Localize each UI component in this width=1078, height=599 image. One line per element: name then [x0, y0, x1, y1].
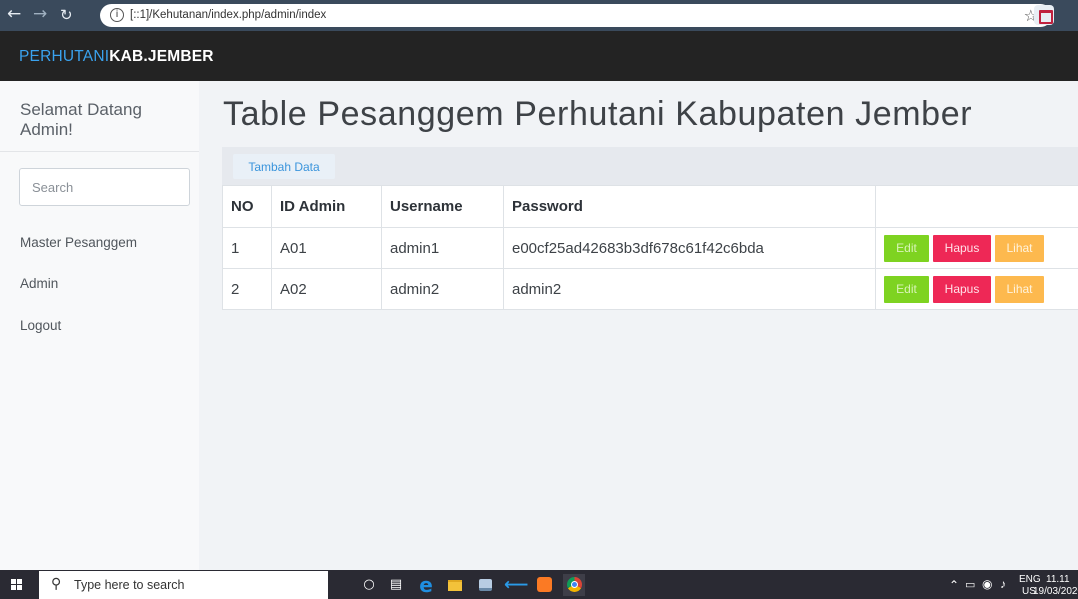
cell-id-admin: A02	[271, 268, 382, 310]
task-view-icon[interactable]: ▤	[385, 574, 407, 596]
page-title: Table Pesanggem Perhutani Kabupaten Jemb…	[223, 95, 973, 133]
edge-icon[interactable]: e	[415, 574, 437, 596]
network-icon[interactable]: ◉	[982, 577, 992, 591]
language-top[interactable]: ENG	[1019, 574, 1041, 585]
admin-table: NO ID Admin Username Password 1 A01 admi…	[222, 185, 1078, 310]
vscode-icon[interactable]: ⟵	[504, 574, 528, 596]
cortana-icon[interactable]: ○	[358, 574, 380, 596]
extension-icon[interactable]	[1034, 5, 1054, 25]
sidebar-item-admin[interactable]: Admin	[20, 276, 58, 291]
col-header-id-admin: ID Admin	[271, 185, 382, 228]
app-navbar: PERHUTANIKAB.JEMBER	[0, 31, 1078, 81]
arrow-left-icon[interactable]: ←	[7, 5, 21, 23]
browser-toolbar: ← → ↻ i [::1]/Kehutanan/index.php/admin/…	[0, 0, 1078, 31]
sidebar-item-logout[interactable]: Logout	[20, 318, 61, 333]
address-bar[interactable]: i [::1]/Kehutanan/index.php/admin/index …	[100, 4, 1052, 27]
sidebar-item-master-pesanggem[interactable]: Master Pesanggem	[20, 235, 137, 250]
file-explorer-icon[interactable]	[444, 574, 466, 596]
clock-date[interactable]: 19/03/2020	[1033, 586, 1078, 597]
battery-icon[interactable]: ▭	[965, 578, 975, 591]
delete-button[interactable]: Hapus	[933, 275, 991, 303]
cell-username: admin1	[381, 227, 504, 269]
add-data-button[interactable]: Tambah Data	[233, 154, 335, 179]
taskbar-search-text[interactable]: Type here to search	[74, 578, 184, 592]
cell-no: 1	[222, 227, 272, 269]
brand-part-2: KAB.JEMBER	[109, 48, 214, 65]
col-header-actions	[875, 185, 1078, 228]
table-row: 1 A01 admin1 e00cf25ad42683b3df678c61f42…	[222, 227, 1078, 269]
edit-button[interactable]: Edit	[884, 234, 929, 262]
table-header-row: NO ID Admin Username Password	[222, 185, 1078, 228]
xampp-icon[interactable]	[533, 574, 555, 596]
delete-button[interactable]: Hapus	[933, 234, 991, 262]
windows-start-icon[interactable]	[11, 579, 23, 591]
tray-chevron-icon[interactable]: ⌃	[949, 578, 959, 592]
info-icon[interactable]: i	[110, 8, 124, 22]
search-icon: ⚲	[51, 576, 62, 592]
cell-actions: Edit Hapus Lihat	[875, 268, 1078, 310]
brand-logo[interactable]: PERHUTANIKAB.JEMBER	[19, 48, 214, 66]
cell-no: 2	[222, 268, 272, 310]
clock-time[interactable]: 11.11	[1046, 574, 1070, 585]
sidebar: Selamat Datang Admin! Master Pesanggem A…	[0, 81, 199, 570]
view-button[interactable]: Lihat	[995, 275, 1044, 303]
cell-actions: Edit Hapus Lihat	[875, 227, 1078, 269]
url-text[interactable]: [::1]/Kehutanan/index.php/admin/index	[130, 9, 326, 21]
view-button[interactable]: Lihat	[995, 234, 1044, 262]
network-app-icon[interactable]	[474, 574, 496, 596]
col-header-no: NO	[222, 185, 272, 228]
cell-username: admin2	[381, 268, 504, 310]
volume-icon[interactable]: ♪	[1000, 577, 1006, 591]
cell-password: admin2	[503, 268, 876, 310]
brand-part-1: PERHUTANI	[19, 48, 110, 65]
edit-button[interactable]: Edit	[884, 275, 929, 303]
windows-taskbar: ⚲ Type here to search ○ ▤ e ⟵ ⌃ ▭ ◉ ♪ EN…	[0, 570, 1078, 599]
col-header-username: Username	[381, 185, 504, 228]
col-header-password: Password	[503, 185, 876, 228]
cell-id-admin: A01	[271, 227, 382, 269]
reload-icon[interactable]: ↻	[60, 6, 73, 24]
table-row: 2 A02 admin2 admin2 Edit Hapus Lihat	[222, 268, 1078, 310]
taskbar-search-box[interactable]: ⚲ Type here to search	[39, 571, 328, 599]
welcome-text: Selamat Datang Admin!	[20, 100, 142, 139]
chrome-icon[interactable]	[563, 574, 585, 596]
search-input[interactable]	[19, 168, 190, 206]
cell-password: e00cf25ad42683b3df678c61f42c6bda	[503, 227, 876, 269]
arrow-right-icon[interactable]: →	[33, 5, 47, 23]
main-content: Table Pesanggem Perhutani Kabupaten Jemb…	[199, 81, 1078, 570]
sidebar-divider	[0, 151, 199, 152]
table-toolbar: Tambah Data	[222, 147, 1078, 185]
